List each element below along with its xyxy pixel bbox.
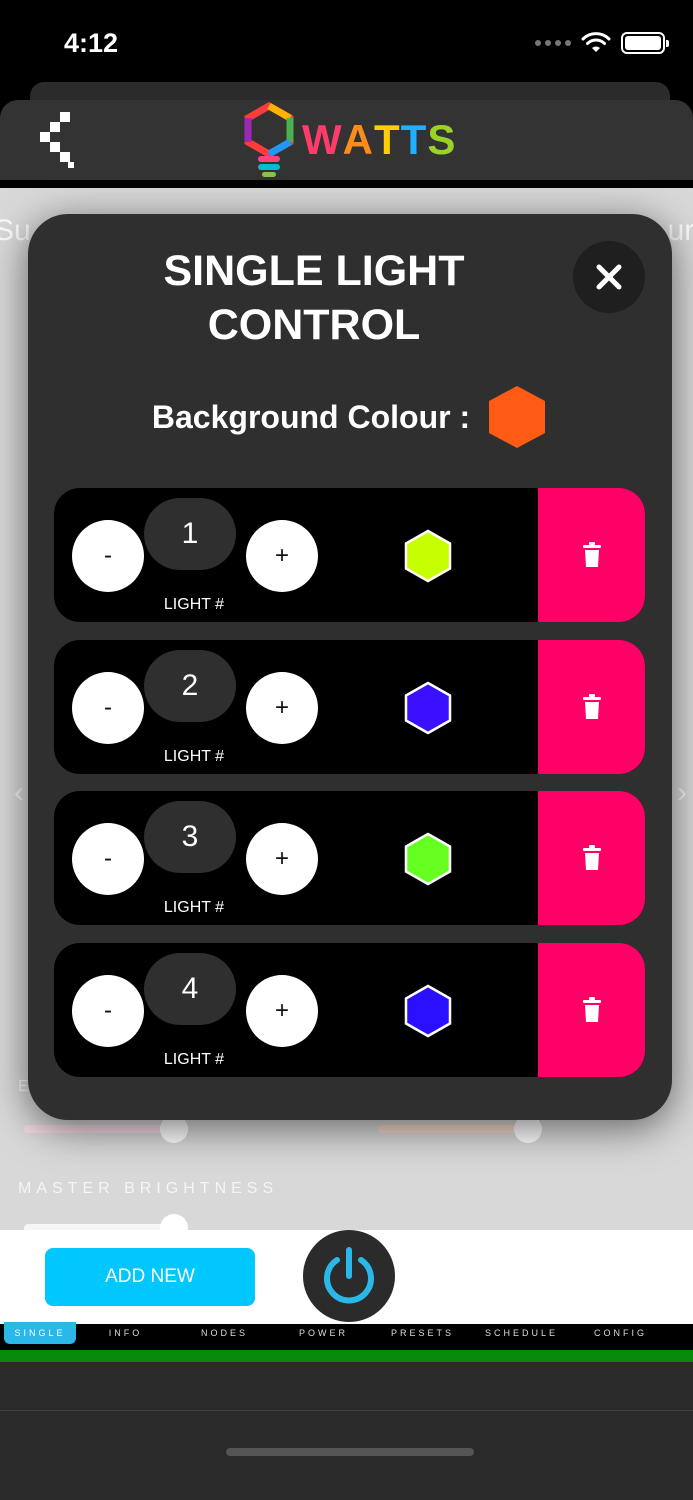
app-header: WATTS [0, 100, 693, 180]
tab-power[interactable]: POWER [274, 1322, 373, 1344]
light-number-label: LIGHT # [163, 1050, 225, 1068]
light-row-1: - 1 + LIGHT # [54, 488, 645, 622]
logo-text: WATTS [302, 116, 457, 163]
light-row-2: - 2 + LIGHT # [54, 639, 645, 774]
tab-info[interactable]: INFO [76, 1322, 175, 1344]
cellular-icon [535, 40, 571, 46]
light-colour-swatch[interactable] [400, 831, 456, 887]
light-row-4: - 4 + LIGHT # [54, 942, 645, 1077]
delete-button[interactable] [538, 488, 645, 622]
add-new-button[interactable]: ADD NEW [45, 1248, 255, 1306]
back-chevron-icon [40, 112, 74, 168]
divider [0, 1410, 693, 1411]
background-colour-swatch[interactable] [486, 384, 548, 450]
trash-icon [582, 542, 601, 567]
status-time: 4:12 [64, 28, 119, 58]
delete-button[interactable] [538, 791, 645, 925]
tab-schedule[interactable]: SCHEDULE [472, 1322, 571, 1344]
tab-single[interactable]: SINGLE [4, 1322, 76, 1344]
tab-presets[interactable]: PRESETS [373, 1322, 472, 1344]
delete-button[interactable] [538, 942, 645, 1077]
slider-track-left [24, 1125, 174, 1133]
trash-icon [582, 996, 601, 1022]
tab-bar: SINGLE INFO NODES POWER PRESETS SCHEDULE… [0, 1322, 693, 1346]
slider-track-right [378, 1125, 518, 1133]
prev-arrow-icon: ‹ [14, 776, 24, 809]
back-button[interactable] [38, 108, 82, 172]
decrement-button[interactable]: - [72, 671, 144, 744]
bottom-area [0, 1362, 693, 1500]
increment-button[interactable]: + [246, 823, 318, 895]
light-number: 3 [144, 801, 236, 873]
master-slider-knob [160, 1214, 188, 1230]
partial-text-right: un [667, 214, 693, 247]
light-number-label: LIGHT # [163, 596, 225, 613]
increment-button[interactable]: + [246, 974, 318, 1047]
close-button[interactable] [573, 241, 645, 313]
light-colour-hexagon [404, 984, 452, 1037]
status-bar: 4:12 [0, 0, 693, 90]
partial-text-left: Su [0, 214, 31, 247]
light-colour-hexagon [404, 529, 452, 583]
increment-button[interactable]: + [246, 520, 318, 592]
status-strip [0, 1350, 693, 1362]
light-number: 2 [144, 649, 236, 722]
increment-button[interactable]: + [246, 671, 318, 744]
delete-button[interactable] [538, 639, 645, 774]
watts-logo: WATTS [238, 102, 478, 178]
action-bar: ADD NEW [0, 1230, 693, 1324]
tab-nodes[interactable]: NODES [175, 1322, 274, 1344]
close-icon [596, 264, 622, 290]
decrement-button[interactable]: - [72, 823, 144, 895]
trash-icon [582, 845, 601, 870]
battery-icon [621, 32, 669, 54]
light-number-label: LIGHT # [163, 899, 225, 916]
wifi-icon [581, 32, 611, 52]
single-light-control-modal: SINGLE LIGHT CONTROL Background Colour :… [28, 214, 672, 1120]
decrement-button[interactable]: - [72, 520, 144, 592]
background-colour-row: Background Colour : [28, 382, 672, 452]
decrement-button[interactable]: - [72, 974, 144, 1047]
background-colour-label: Background Colour : [151, 398, 471, 435]
modal-title-line-1: SINGLE LIGHT [163, 247, 465, 295]
master-brightness-label: MASTER BRIGHTNESS [18, 1180, 279, 1197]
home-indicator[interactable] [226, 1448, 474, 1456]
power-icon [324, 1247, 374, 1304]
light-colour-swatch[interactable] [400, 528, 456, 584]
power-button[interactable] [303, 1230, 395, 1322]
tab-config[interactable]: CONFIG [571, 1322, 670, 1344]
light-colour-swatch[interactable] [400, 680, 456, 736]
light-row-3: - 3 + LIGHT # [54, 791, 645, 925]
light-number-label: LIGHT # [163, 747, 225, 765]
modal-title: SINGLE LIGHT CONTROL [28, 244, 600, 352]
light-list: - 1 + LIGHT # - 2 + LIGHT # - 3 + LIGHT … [54, 488, 645, 1094]
light-number: 4 [144, 952, 236, 1025]
light-number: 1 [144, 498, 236, 570]
light-colour-swatch[interactable] [400, 983, 456, 1039]
modal-title-line-2: CONTROL [207, 301, 421, 349]
next-arrow-icon: › [677, 776, 687, 809]
light-colour-hexagon [404, 681, 452, 734]
background-colour-hexagon [489, 386, 546, 448]
bulb-logo-icon [244, 102, 294, 177]
status-icons [535, 32, 669, 54]
light-colour-hexagon [404, 832, 452, 886]
trash-icon [582, 693, 601, 719]
